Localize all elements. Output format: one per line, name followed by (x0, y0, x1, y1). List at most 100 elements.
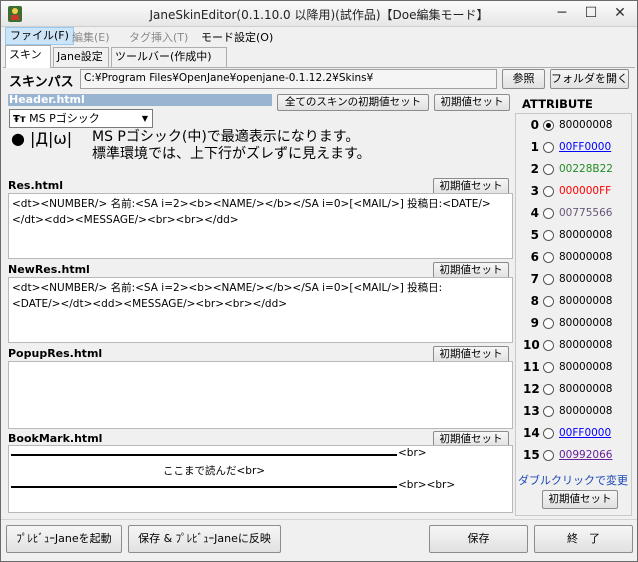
menu-bar: ファイル(F) 編集(E) タグ挿入(T) モード設定(O) (1, 27, 637, 46)
attribute-row[interactable]: 1 00FF0000 (523, 138, 628, 158)
attribute-row[interactable]: 2 00228B22 (523, 160, 628, 180)
attribute-number: 0 (530, 118, 539, 132)
menu-edit[interactable]: 編集(E) (68, 29, 114, 45)
font-select-value: MS Pゴシック (29, 112, 100, 125)
attribute-number: 15 (523, 448, 540, 462)
attribute-row[interactable]: 3 000000FF (523, 182, 628, 202)
menu-tag-insert[interactable]: タグ挿入(T) (125, 29, 192, 45)
attribute-value[interactable]: 00775566 (559, 207, 612, 219)
font-preview: ● |Д|ω| MS Pゴシック(中)で最適表示になります。 標準環境では、上下… (9, 128, 512, 171)
attribute-radio[interactable] (543, 208, 554, 219)
attribute-number: 8 (530, 294, 539, 308)
attribute-value[interactable]: 80000008 (559, 383, 612, 395)
font-select[interactable]: Ŧт MS Pゴシック ▼ (9, 109, 153, 128)
all-skins-reset-button[interactable]: 全てのスキンの初期値セット (277, 94, 429, 111)
open-folder-button[interactable]: フォルダを開く (550, 69, 629, 89)
close-button[interactable]: ✕ (606, 3, 634, 24)
attribute-row[interactable]: 0 80000008 (523, 116, 628, 136)
newres-editor[interactable]: <dt><NUMBER/> 名前:<SA i=2><b><NAME/></b><… (8, 277, 513, 343)
attribute-radio[interactable] (543, 384, 554, 395)
attribute-radio[interactable] (543, 318, 554, 329)
attribute-value[interactable]: 80000008 (559, 339, 612, 351)
attribute-value[interactable]: 000000FF (559, 185, 611, 197)
attribute-radio[interactable] (543, 142, 554, 153)
exit-button[interactable]: 終 了 (534, 525, 633, 553)
attribute-row[interactable]: 8 80000008 (523, 292, 628, 312)
attribute-value[interactable]: 00992066 (559, 449, 612, 461)
attribute-radio[interactable] (543, 406, 554, 417)
save-button[interactable]: 保存 (429, 525, 528, 553)
minimize-button[interactable]: ─ (548, 3, 576, 24)
bookmark-section-label: BookMark.html (8, 432, 103, 445)
attribute-radio[interactable] (543, 428, 554, 439)
attribute-radio[interactable] (543, 362, 554, 373)
bookmark-rule-1 (11, 454, 397, 456)
maximize-button[interactable]: ☐ (577, 3, 605, 24)
tab-toolbar[interactable]: ツールバー(作成中) (111, 47, 227, 67)
attribute-row[interactable]: 4 00775566 (523, 204, 628, 224)
attribute-row[interactable]: 7 80000008 (523, 270, 628, 290)
menu-file[interactable]: ファイル(F) (5, 27, 74, 45)
res-editor[interactable]: <dt><NUMBER/> 名前:<SA i=2><b><NAME/></b><… (8, 193, 513, 259)
attribute-value[interactable]: 80000008 (559, 405, 612, 417)
attribute-row[interactable]: 14 00FF0000 (523, 424, 628, 444)
title-bar: JaneSkinEditor(0.1.10.0 以降用)(試作品)【Doe編集モ… (1, 1, 637, 27)
attribute-value[interactable]: 80000008 (559, 119, 612, 131)
attribute-number: 12 (523, 382, 540, 396)
attribute-radio[interactable] (543, 164, 554, 175)
bookmark-rule-2 (11, 486, 397, 488)
preview-line-1: MS Pゴシック(中)で最適表示になります。 (92, 129, 360, 145)
attribute-number: 14 (523, 426, 540, 440)
attribute-row[interactable]: 11 80000008 (523, 358, 628, 378)
attribute-number: 4 (530, 206, 539, 220)
attribute-row[interactable]: 10 80000008 (523, 336, 628, 356)
preview-launch-button[interactable]: ﾌﾟﾚﾋﾞｭｰJaneを起動 (6, 525, 122, 553)
attribute-row[interactable]: 6 80000008 (523, 248, 628, 268)
popupres-editor[interactable] (8, 361, 513, 429)
double-click-hint: ダブルクリックで変更 (518, 474, 628, 487)
attribute-value[interactable]: 80000008 (559, 317, 612, 329)
attribute-radio[interactable] (543, 340, 554, 351)
header-reset-button[interactable]: 初期値セット (434, 94, 510, 111)
attribute-value[interactable]: 80000008 (559, 295, 612, 307)
attribute-row[interactable]: 12 80000008 (523, 380, 628, 400)
attribute-radio[interactable] (543, 450, 554, 461)
tab-jane-settings[interactable]: Jane設定 (53, 47, 109, 67)
attribute-value[interactable]: 00FF0000 (559, 427, 611, 439)
attribute-row[interactable]: 5 80000008 (523, 226, 628, 246)
attribute-value[interactable]: 00228B22 (559, 163, 613, 175)
attribute-row[interactable]: 9 80000008 (523, 314, 628, 334)
attribute-value[interactable]: 80000008 (559, 251, 612, 263)
attribute-number: 5 (530, 228, 539, 242)
attribute-radio[interactable] (543, 252, 554, 263)
tab-skin[interactable]: スキン (5, 45, 51, 68)
save-and-preview-button[interactable]: 保存 & ﾌﾟﾚﾋﾞｭｰJaneに反映 (128, 525, 281, 553)
attribute-radio[interactable] (543, 120, 554, 131)
attribute-radio[interactable] (543, 296, 554, 307)
attribute-number: 1 (530, 140, 539, 154)
truetype-icon: Ŧт (13, 114, 26, 125)
skin-path-label: スキンパス (9, 75, 74, 90)
bookmark-read-here: ここまで読んだ<br> (163, 465, 266, 477)
dropdown-arrow-icon: ▼ (141, 114, 148, 123)
attribute-reset-button[interactable]: 初期値セット (542, 490, 618, 509)
attribute-value[interactable]: 80000008 (559, 361, 612, 373)
attribute-radio[interactable] (543, 230, 554, 241)
window-title: JaneSkinEditor(0.1.10.0 以降用)(試作品)【Doe編集モ… (149, 8, 489, 22)
attribute-number: 3 (530, 184, 539, 198)
attribute-number: 2 (530, 162, 539, 176)
skin-path-field[interactable]: C:¥Program Files¥OpenJane¥openjane-0.1.1… (80, 69, 497, 89)
attribute-radio[interactable] (543, 186, 554, 197)
attribute-row[interactable]: 15 00992066 (523, 446, 628, 466)
attribute-value[interactable]: 80000008 (559, 229, 612, 241)
preview-line-2: 標準環境では、上下行がズレずに見えます。 (92, 146, 371, 162)
attribute-value[interactable]: 80000008 (559, 273, 612, 285)
attribute-row[interactable]: 13 80000008 (523, 402, 628, 422)
menu-mode-settings[interactable]: モード設定(O) (197, 29, 277, 45)
attribute-value[interactable]: 00FF0000 (559, 141, 611, 153)
attribute-radio[interactable] (543, 274, 554, 285)
res-section-label: Res.html (8, 179, 63, 192)
browse-button[interactable]: 参照 (502, 69, 545, 89)
tab-divider (3, 67, 635, 68)
attribute-number: 13 (523, 404, 540, 418)
